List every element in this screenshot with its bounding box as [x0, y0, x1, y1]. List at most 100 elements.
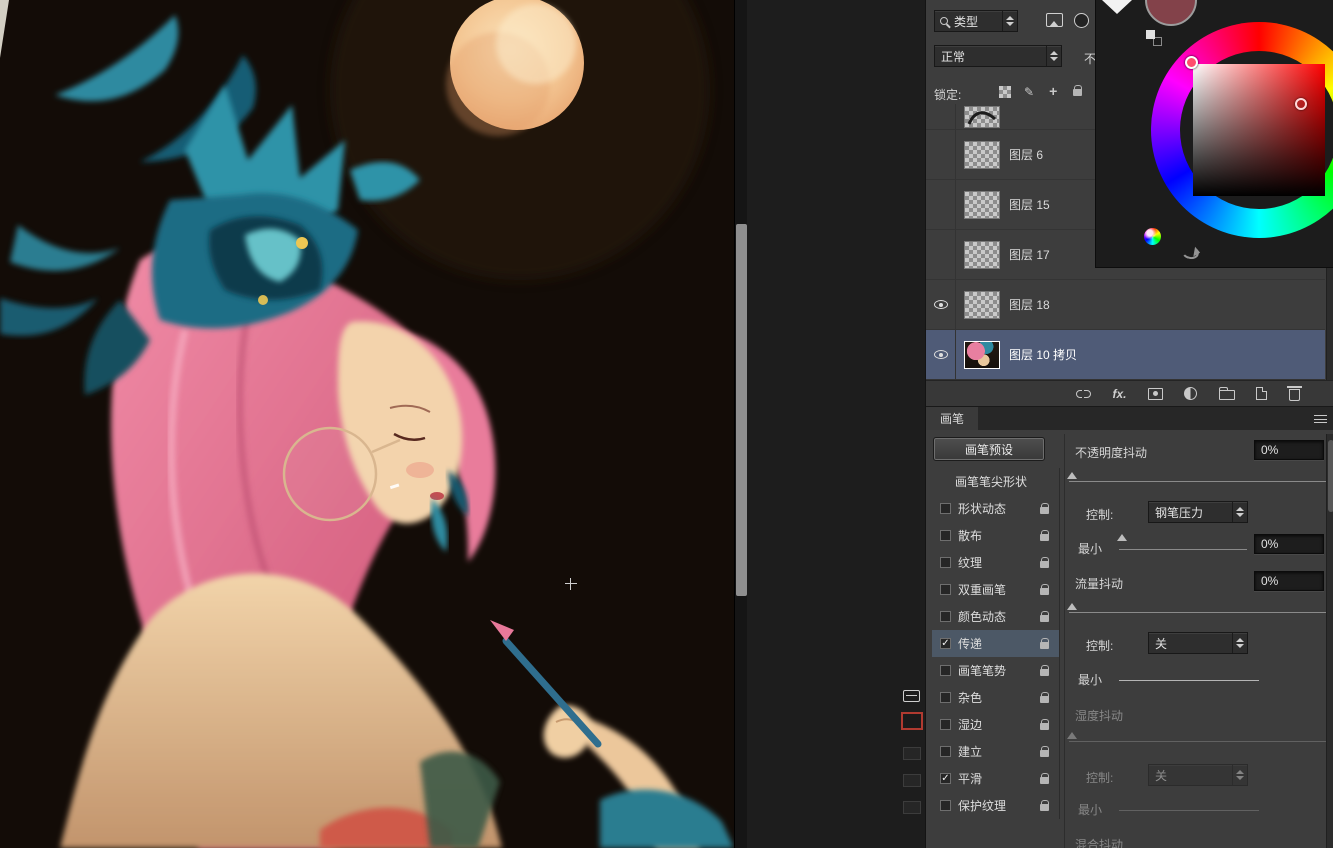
lock-icon[interactable] [1040, 503, 1049, 514]
option-noise[interactable]: 杂色 [932, 684, 1059, 711]
layer-row-selected[interactable]: 图层 10 拷贝 [926, 330, 1325, 380]
layer-thumbnail[interactable] [964, 105, 1000, 128]
canvas-artboard[interactable] [0, 0, 734, 848]
adjustment-layer-icon[interactable] [1184, 387, 1198, 400]
panel-menu-icon[interactable] [1314, 415, 1327, 423]
foreground-color-mini-swatch[interactable] [1146, 30, 1155, 39]
lock-icon[interactable] [1040, 584, 1049, 595]
lock-icon[interactable] [1040, 773, 1049, 784]
lock-icon[interactable] [1040, 746, 1049, 757]
option-color-dynamics[interactable]: 颜色动态 [932, 603, 1059, 630]
layer-visibility-toggle[interactable] [926, 180, 956, 229]
minimum-slider-track-1[interactable] [1119, 549, 1247, 550]
checkbox-checked[interactable] [940, 773, 951, 784]
wetness-jitter-slider-thumb[interactable] [1067, 732, 1077, 739]
dock-button-2[interactable] [903, 774, 921, 787]
link-layers-icon[interactable] [1076, 388, 1091, 398]
checkbox-checked[interactable] [940, 638, 951, 649]
brush-panel-scrollbar[interactable] [1326, 434, 1333, 848]
checkbox[interactable] [940, 692, 951, 703]
wetness-jitter-slider-track[interactable] [1069, 741, 1329, 742]
layer-style-fx-button[interactable]: fx. [1112, 387, 1126, 401]
saturation-value-indicator[interactable] [1295, 98, 1307, 110]
layer-thumbnail[interactable] [964, 190, 1000, 219]
option-build-up[interactable]: 建立 [932, 738, 1059, 765]
layer-visibility-toggle[interactable] [926, 130, 956, 179]
filter-adjustment-layers-icon[interactable] [1074, 13, 1089, 28]
layer-thumbnail[interactable] [964, 140, 1000, 169]
layer-row[interactable]: 图层 18 [926, 280, 1325, 330]
layer-thumbnail[interactable] [964, 290, 1000, 319]
layer-visibility-toggle[interactable] [926, 230, 956, 279]
checkbox[interactable] [940, 800, 951, 811]
flow-jitter-slider-thumb[interactable] [1067, 603, 1077, 610]
checkbox[interactable] [940, 557, 951, 568]
minimum-value-1[interactable]: 0% [1254, 534, 1324, 554]
control-select-1[interactable]: 钢笔压力 [1148, 501, 1248, 523]
option-shape-dynamics[interactable]: 形状动态 [932, 495, 1059, 522]
layer-thumbnail[interactable] [964, 240, 1000, 269]
brush-presets-button[interactable]: 画笔预设 [933, 437, 1045, 461]
lock-icon[interactable] [1040, 638, 1049, 649]
lock-all-button[interactable] [1068, 81, 1086, 97]
option-brush-pose[interactable]: 画笔笔势 [932, 657, 1059, 684]
checkbox[interactable] [940, 584, 951, 595]
new-group-icon[interactable] [1218, 387, 1235, 400]
lock-icon[interactable] [1040, 719, 1049, 730]
brush-panel-scrollbar-thumb[interactable] [1328, 440, 1333, 512]
blend-mode-select[interactable]: 正常 [934, 45, 1062, 67]
opacity-jitter-slider-thumb[interactable] [1067, 472, 1077, 479]
lock-icon[interactable] [1040, 800, 1049, 811]
dock-panel-icon[interactable] [903, 690, 920, 702]
lock-icon[interactable] [1040, 665, 1049, 676]
lock-transparency-button[interactable] [996, 83, 1014, 99]
control-select-3[interactable]: 关 [1148, 764, 1248, 786]
layer-filter-type-select[interactable]: 类型 [934, 10, 1018, 32]
minimum-slider-track-3[interactable] [1119, 810, 1259, 811]
layer-visibility-toggle[interactable] [926, 330, 956, 379]
lock-icon[interactable] [1040, 530, 1049, 541]
option-brush-tip-shape[interactable]: 画笔笔尖形状 [932, 468, 1059, 495]
option-protect-texture[interactable]: 保护纹理 [932, 792, 1059, 819]
saturation-value-square[interactable] [1193, 64, 1325, 196]
current-color-swatch[interactable] [1145, 0, 1197, 26]
lock-icon[interactable] [1040, 692, 1049, 703]
new-layer-icon[interactable] [1256, 387, 1268, 400]
layer-visibility-toggle[interactable] [926, 104, 956, 129]
checkbox[interactable] [940, 746, 951, 757]
checkbox[interactable] [940, 665, 951, 676]
minimum-slider-track-2[interactable] [1119, 680, 1259, 681]
rotate-arrow-icon[interactable] [1181, 244, 1200, 261]
control-select-2[interactable]: 关 [1148, 632, 1248, 654]
layer-visibility-toggle[interactable] [926, 280, 956, 329]
filter-pixel-layers-icon[interactable] [1046, 13, 1063, 27]
option-scattering[interactable]: 散布 [932, 522, 1059, 549]
opacity-jitter-value[interactable]: 0% [1254, 440, 1324, 460]
option-texture[interactable]: 纹理 [932, 549, 1059, 576]
canvas-scrollbar-thumb[interactable] [736, 224, 747, 596]
delete-layer-icon[interactable] [1286, 386, 1302, 401]
lock-paint-button[interactable]: ✎ [1020, 83, 1038, 99]
option-transfer-selected[interactable]: 传递 [932, 630, 1059, 657]
lock-position-button[interactable]: + [1044, 83, 1062, 99]
option-wet-edges[interactable]: 湿边 [932, 711, 1059, 738]
checkbox[interactable] [940, 719, 951, 730]
canvas-scrollbar-track[interactable] [734, 0, 747, 848]
checkbox[interactable] [940, 611, 951, 622]
flow-jitter-value[interactable]: 0% [1254, 571, 1324, 591]
flow-jitter-slider-track[interactable] [1069, 612, 1329, 613]
color-sphere-icon[interactable] [1144, 228, 1161, 245]
lock-icon[interactable] [1040, 611, 1049, 622]
checkbox[interactable] [940, 530, 951, 541]
hue-indicator[interactable] [1185, 56, 1198, 69]
layer-thumbnail[interactable] [964, 340, 1000, 369]
dock-button-1[interactable] [903, 747, 921, 760]
opacity-jitter-slider-track[interactable] [1069, 481, 1329, 482]
dock-button-3[interactable] [903, 801, 921, 814]
checkbox[interactable] [940, 503, 951, 514]
lock-icon[interactable] [1040, 557, 1049, 568]
minimum-slider-thumb-1[interactable] [1117, 534, 1127, 541]
option-smoothing[interactable]: 平滑 [932, 765, 1059, 792]
foreground-color-swatch[interactable] [901, 712, 923, 730]
brush-panel-tab[interactable]: 画笔 [926, 407, 979, 430]
